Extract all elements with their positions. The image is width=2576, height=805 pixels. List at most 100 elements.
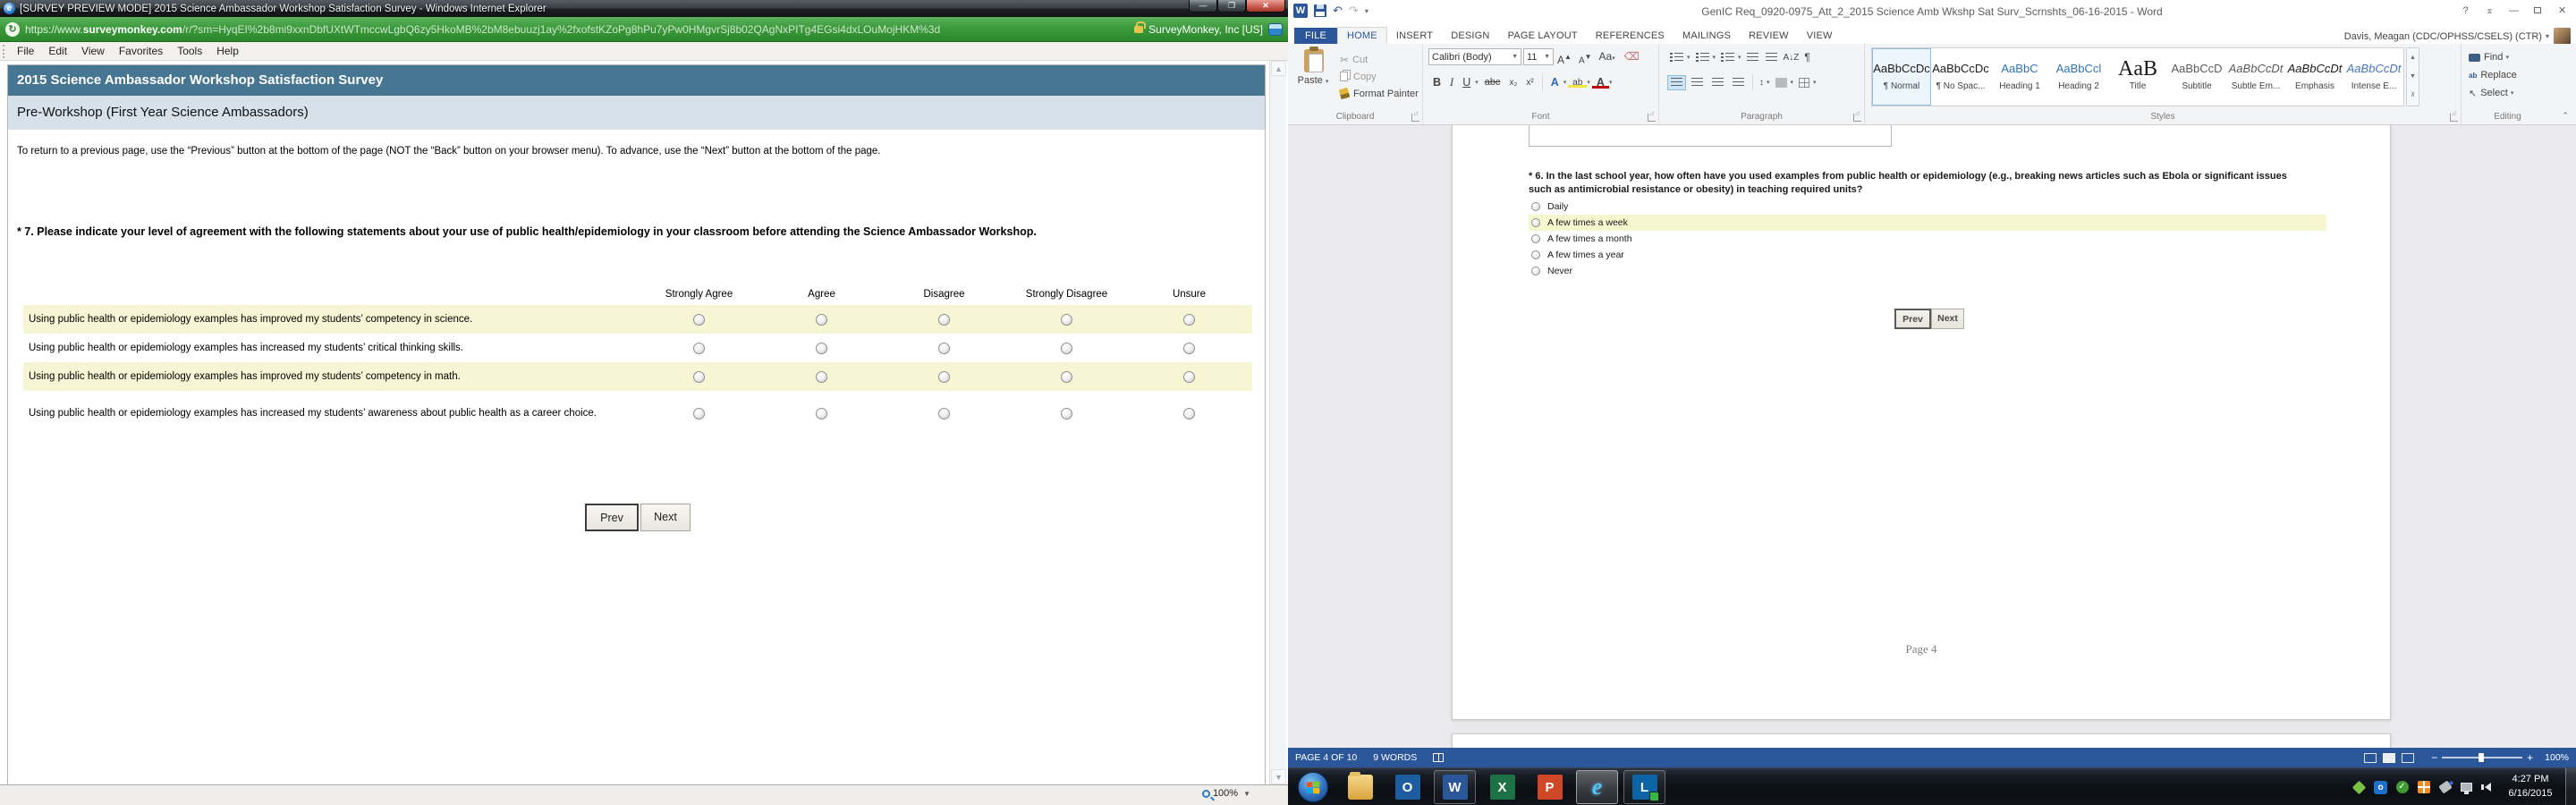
- text-effects-button[interactable]: A: [1546, 76, 1563, 89]
- radio-button-row4-col2[interactable]: [816, 408, 827, 419]
- radio-button-row2-col4[interactable]: [1061, 343, 1072, 354]
- tab-insert[interactable]: INSERT: [1387, 28, 1442, 44]
- radio-button-row4-col5[interactable]: [1183, 408, 1195, 419]
- font-size-select[interactable]: 11▼: [1523, 48, 1554, 65]
- shrink-font-button[interactable]: A▼: [1575, 48, 1596, 65]
- word-restore-button[interactable]: [2526, 2, 2550, 20]
- style-subtle-emphasis[interactable]: AaBbCcDtSubtle Em...: [2226, 48, 2285, 106]
- ie-minimize-button[interactable]: —: [1189, 0, 1217, 13]
- read-mode-icon[interactable]: [2364, 753, 2377, 763]
- radio-button-row4-col4[interactable]: [1061, 408, 1072, 419]
- tab-file[interactable]: FILE: [1294, 28, 1337, 44]
- help-icon[interactable]: ?: [2453, 2, 2478, 20]
- radio-button-row3-col2[interactable]: [816, 371, 827, 383]
- replace-button[interactable]: abReplace: [2469, 66, 2554, 84]
- proofing-status-icon[interactable]: [1433, 753, 1444, 762]
- styles-gallery-scroll[interactable]: ▲▼⊼: [2406, 47, 2419, 106]
- taskbar-lync-button[interactable]: L: [1623, 770, 1665, 804]
- multilevel-list-icon[interactable]: [1721, 53, 1734, 63]
- style-heading-1[interactable]: AaBbCHeading 1: [1990, 48, 2049, 106]
- ie-address-bar[interactable]: ↻ https://www.surveymonkey.com/r/?sm=Hyq…: [0, 17, 1288, 42]
- font-name-select[interactable]: Calibri (Body)▼: [1428, 48, 1521, 65]
- show-desktop-button[interactable]: [2565, 768, 2576, 805]
- styles-dialog-launcher-icon[interactable]: [2450, 114, 2458, 122]
- taskbar-clock[interactable]: 4:27 PM 6/16/2015: [2499, 772, 2562, 801]
- zoom-in-icon[interactable]: +: [2522, 751, 2538, 764]
- scroll-down-arrow[interactable]: ▼: [1271, 769, 1286, 784]
- ie-menu-file[interactable]: File: [10, 42, 41, 60]
- radio-button-row4-col3[interactable]: [938, 408, 950, 419]
- document-page-4[interactable]: * 6. In the last school year, how often …: [1452, 125, 2391, 720]
- justify-icon[interactable]: [1729, 75, 1748, 90]
- zoom-slider-thumb[interactable]: [2479, 753, 2484, 762]
- next-button[interactable]: Next: [640, 504, 691, 531]
- ribbon-display-options-icon[interactable]: ⌅: [2478, 2, 2502, 20]
- show-paragraph-marks-icon[interactable]: ¶: [1804, 51, 1809, 64]
- line-spacing-icon[interactable]: ↕: [1759, 78, 1764, 88]
- taskbar-ie-button[interactable]: e: [1576, 770, 1618, 804]
- web-layout-icon[interactable]: [2402, 753, 2414, 763]
- radio-button-row1-col3[interactable]: [938, 314, 950, 326]
- ie-menu-view[interactable]: View: [74, 42, 112, 60]
- tray-vol-icon[interactable]: [2480, 780, 2496, 795]
- font-color-button[interactable]: A: [1592, 76, 1609, 89]
- align-center-icon[interactable]: [1688, 75, 1707, 90]
- word-close-button[interactable]: ✕: [2550, 2, 2574, 20]
- ie-title-bar[interactable]: e [SURVEY PREVIEW MODE] 2015 Science Amb…: [0, 0, 1288, 17]
- align-left-icon[interactable]: [1667, 75, 1686, 90]
- taskbar-start-button[interactable]: [1292, 770, 1334, 804]
- copy-button[interactable]: Copy: [1340, 68, 1419, 85]
- radio-button-row1-col4[interactable]: [1061, 314, 1072, 326]
- taskbar-powerpoint-button[interactable]: P: [1529, 770, 1571, 804]
- tab-references[interactable]: REFERENCES: [1587, 28, 1674, 44]
- radio-button-row4-col1[interactable]: [693, 408, 705, 419]
- paragraph-dialog-launcher-icon[interactable]: [1853, 114, 1861, 122]
- style-title[interactable]: AaBTitle: [2108, 48, 2167, 106]
- refresh-icon[interactable]: ↻: [5, 22, 20, 37]
- clipboard-dialog-launcher-icon[interactable]: [1411, 114, 1419, 122]
- ie-zoom-control[interactable]: 100% ▼: [1202, 788, 1250, 799]
- word-title-bar[interactable]: W ↶ ↷ ▾ GenIC Req_0920-0975_Att_2_2015 S…: [1288, 0, 2576, 25]
- radio-button-row3-col5[interactable]: [1183, 371, 1195, 383]
- radio-button-row2-col5[interactable]: [1183, 343, 1195, 354]
- ie-menu-tools[interactable]: Tools: [170, 42, 209, 60]
- style-heading-2[interactable]: AaBbCclHeading 2: [2049, 48, 2108, 106]
- tray-shield-icon[interactable]: [2416, 780, 2431, 795]
- zoom-out-icon[interactable]: −: [2427, 751, 2442, 764]
- word-zoom-level[interactable]: 100%: [2545, 752, 2569, 763]
- ie-vertical-scrollbar[interactable]: ▲ ▼: [1269, 61, 1286, 784]
- format-painter-button[interactable]: Format Painter: [1340, 85, 1419, 102]
- address-url[interactable]: https://www.surveymonkey.com/r/?sm=HyqEI…: [25, 23, 1134, 36]
- sort-icon[interactable]: A↓Z: [1784, 53, 1800, 63]
- tab-page-layout[interactable]: PAGE LAYOUT: [1499, 28, 1587, 44]
- ie-menu-edit[interactable]: Edit: [41, 42, 74, 60]
- account-area[interactable]: Davis, Meagan (CDC/OPHSS/CSELS) (CTR) ▾: [2344, 28, 2571, 45]
- prev-button[interactable]: Prev: [585, 504, 639, 531]
- style-no-spacing[interactable]: AaBbCcDc¶ No Spac...: [1931, 48, 1990, 106]
- page-indicator[interactable]: PAGE 4 OF 10: [1295, 752, 1357, 763]
- bold-button[interactable]: B: [1428, 76, 1445, 89]
- decrease-indent-icon[interactable]: [1747, 53, 1758, 63]
- paste-button[interactable]: Paste ▾: [1295, 47, 1333, 110]
- strikethrough-button[interactable]: abc: [1480, 77, 1505, 88]
- taskbar-explorer-button[interactable]: [1339, 770, 1381, 804]
- avatar[interactable]: [2554, 28, 2571, 45]
- font-dialog-launcher-icon[interactable]: [1648, 114, 1656, 122]
- tab-view[interactable]: VIEW: [1798, 28, 1842, 44]
- print-layout-icon[interactable]: [2383, 753, 2395, 763]
- find-button[interactable]: Find ▾: [2469, 48, 2554, 66]
- grow-font-button[interactable]: A▲: [1554, 48, 1575, 65]
- tab-mailings[interactable]: MAILINGS: [1674, 28, 1740, 44]
- ie-close-button[interactable]: ✕: [1246, 0, 1285, 13]
- text-highlight-button[interactable]: ab: [1568, 78, 1587, 88]
- taskbar-outlook-button[interactable]: O: [1386, 770, 1428, 804]
- style-normal[interactable]: AaBbCcDc¶ Normal: [1872, 48, 1931, 106]
- radio-button-row1-col2[interactable]: [816, 314, 827, 326]
- menu-drag-handle[interactable]: [3, 45, 6, 58]
- radio-button-row2-col3[interactable]: [938, 343, 950, 354]
- select-button[interactable]: ↖Select ▾: [2469, 84, 2554, 102]
- numbering-icon[interactable]: [1696, 53, 1709, 63]
- bullets-icon[interactable]: [1670, 53, 1683, 63]
- radio-button-row1-col5[interactable]: [1183, 314, 1195, 326]
- scroll-up-arrow[interactable]: ▲: [1271, 61, 1286, 76]
